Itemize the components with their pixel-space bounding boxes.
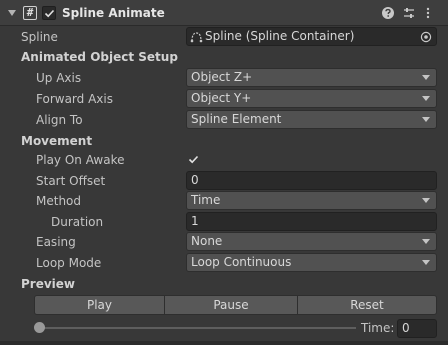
spline-label: Spline (21, 30, 58, 44)
method-label: Method (36, 194, 82, 208)
time-label: Time: (361, 321, 395, 335)
method-value: Time (191, 193, 221, 207)
easing-value: None (191, 234, 223, 248)
align-to-value: Spline Element (191, 112, 282, 126)
spline-container-icon (190, 32, 203, 43)
chevron-down-icon (422, 260, 430, 265)
start-offset-field[interactable]: 0 (186, 171, 437, 190)
forward-axis-dropdown[interactable]: Object Y+ (186, 89, 437, 108)
foldout-arrow-icon[interactable] (8, 10, 16, 16)
movement-header: Movement (21, 134, 93, 148)
inspector-bottom-edge (0, 341, 448, 345)
duration-label: Duration (51, 215, 104, 229)
duration-field[interactable]: 1 (186, 212, 437, 231)
method-dropdown[interactable]: Time (186, 191, 437, 210)
reset-button[interactable]: Reset (297, 295, 437, 315)
chevron-down-icon (422, 198, 430, 203)
help-icon[interactable] (381, 6, 395, 20)
align-to-label: Align To (36, 113, 83, 127)
checkmark-icon (44, 9, 55, 18)
forward-axis-label: Forward Axis (36, 92, 113, 106)
time-field[interactable]: 0 (397, 319, 437, 338)
up-axis-label: Up Axis (36, 71, 82, 85)
spline-object-field[interactable]: Spline (Spline Container) (186, 27, 437, 46)
chevron-down-icon (422, 75, 430, 80)
up-axis-value: Object Z+ (191, 70, 253, 84)
pause-button[interactable]: Pause (164, 295, 298, 315)
loop-mode-dropdown[interactable]: Loop Continuous (186, 253, 437, 272)
loop-mode-label: Loop Mode (36, 256, 102, 270)
play-button[interactable]: Play (34, 295, 165, 315)
easing-dropdown[interactable]: None (186, 232, 437, 251)
preview-header: Preview (21, 277, 76, 291)
up-axis-dropdown[interactable]: Object Z+ (186, 68, 437, 87)
easing-label: Easing (36, 235, 76, 249)
component-header[interactable]: # Spline Animate (0, 0, 448, 26)
checkmark-icon (188, 155, 199, 164)
component-title: Spline Animate (62, 6, 165, 20)
play-on-awake-label: Play On Awake (36, 153, 125, 167)
script-icon: # (23, 6, 37, 20)
preset-icon[interactable] (402, 6, 416, 20)
component-enabled-checkbox[interactable] (42, 6, 56, 20)
time-slider-handle[interactable] (34, 322, 45, 333)
loop-mode-value: Loop Continuous (191, 255, 292, 269)
object-picker-icon[interactable] (420, 31, 432, 43)
forward-axis-value: Object Y+ (191, 91, 252, 105)
chevron-down-icon (422, 117, 430, 122)
spline-object-value: Spline (Spline Container) (205, 29, 355, 43)
chevron-down-icon (422, 239, 430, 244)
time-slider-track[interactable] (40, 327, 356, 329)
animated-object-setup-header: Animated Object Setup (21, 50, 178, 64)
align-to-dropdown[interactable]: Spline Element (186, 110, 437, 129)
kebab-menu-icon[interactable] (421, 6, 435, 20)
start-offset-label: Start Offset (36, 174, 106, 188)
play-on-awake-checkbox[interactable] (186, 152, 200, 166)
chevron-down-icon (422, 96, 430, 101)
